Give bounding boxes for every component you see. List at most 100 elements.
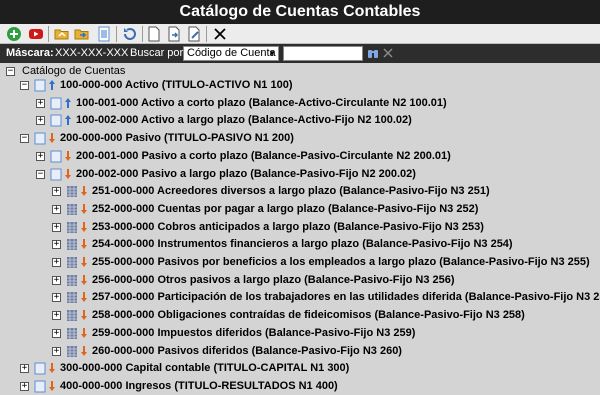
expand-icon[interactable]: +	[52, 187, 61, 197]
page-icon	[50, 97, 62, 110]
toolbar-separator	[48, 26, 49, 42]
page-icon	[50, 150, 62, 163]
grid-icon	[67, 292, 77, 304]
search-bar: Máscara: XXX-XXX-XXX Buscar por: Código …	[0, 44, 600, 63]
expand-icon[interactable]: +	[52, 240, 61, 250]
tree-node-label: 300-000-000 Capital contable (TITULO-CAP…	[60, 362, 350, 375]
page-icon	[34, 79, 46, 92]
tree-node-label: 260-000-000 Pasivos diferidos (Balance-P…	[92, 344, 402, 357]
page-icon	[34, 132, 46, 145]
arrow-up-icon	[49, 80, 55, 90]
new-document-icon[interactable]	[146, 26, 162, 42]
search-by-label: Buscar por:	[130, 47, 187, 59]
edit-document-icon[interactable]	[186, 26, 202, 42]
tree-node-label: 259-000-000 Impuestos diferidos (Balance…	[92, 326, 416, 339]
grid-icon	[67, 345, 77, 357]
search-input[interactable]	[283, 46, 363, 61]
tree-node-label: 253-000-000 Cobros anticipados a largo p…	[92, 220, 484, 233]
arrow-down-icon	[49, 380, 55, 391]
page-icon	[34, 380, 46, 393]
grid-icon	[67, 274, 77, 286]
arrow-down-icon	[49, 133, 55, 144]
toolbar-separator	[142, 26, 143, 42]
arrow-down-icon	[81, 221, 87, 232]
clear-search-icon[interactable]	[382, 47, 394, 59]
folder-export-icon[interactable]	[74, 26, 90, 42]
chevron-down-icon: ▼	[268, 49, 276, 58]
tree-node-label: 200-000-000 Pasivo (TITULO-PASIVO N1 200…	[60, 132, 294, 145]
folder-up-icon[interactable]	[54, 26, 70, 42]
page-icon	[50, 168, 62, 180]
refresh-icon[interactable]	[122, 26, 138, 42]
mask-label: Máscara:	[6, 47, 54, 59]
expand-icon[interactable]: +	[36, 116, 45, 126]
expand-icon[interactable]: +	[52, 311, 61, 321]
window-title: Catálogo de Cuentas Contables	[0, 0, 600, 24]
arrow-down-icon	[81, 345, 87, 356]
arrow-down-icon	[81, 327, 87, 338]
mask-value: XXX-XXX-XXX	[55, 47, 129, 59]
expand-icon[interactable]: +	[52, 293, 61, 303]
grid-icon	[67, 327, 77, 339]
grid-icon	[67, 257, 77, 268]
arrow-down-icon	[81, 186, 87, 197]
search-by-value: Código de Cuenta	[187, 47, 276, 59]
collapse-icon[interactable]: −	[20, 134, 29, 144]
tree-node-label: 200-002-000 Pasivo a largo plazo (Balanc…	[76, 167, 416, 180]
arrow-down-icon	[65, 168, 71, 179]
add-icon[interactable]	[6, 26, 22, 42]
collapse-icon[interactable]: −	[36, 169, 45, 179]
expand-icon[interactable]: +	[52, 204, 61, 214]
search-by-select[interactable]: Código de Cuenta ▼	[183, 46, 279, 61]
tree-node-label: 252-000-000 Cuentas por pagar a largo pl…	[92, 202, 479, 215]
toolbar-separator	[206, 26, 207, 42]
expand-icon[interactable]: +	[36, 151, 45, 161]
tree-node-label: 200-001-000 Pasivo a corto plazo (Balanc…	[76, 149, 451, 162]
arrow-down-icon	[81, 239, 87, 250]
tree-node-label: 258-000-000 Obligaciones contraídas de f…	[92, 309, 525, 322]
arrow-down-icon	[81, 257, 87, 267]
tree-node-label: 400-000-000 Ingresos (TITULO-RESULTADOS …	[60, 379, 338, 392]
tree-node-label: 257-000-000 Participación de los trabaja…	[92, 291, 600, 304]
arrow-down-icon	[81, 274, 87, 285]
arrow-down-icon	[65, 150, 71, 161]
tree-node-label: 254-000-000 Instrumentos financieros a l…	[92, 238, 513, 251]
arrow-down-icon	[81, 310, 87, 321]
collapse-icon[interactable]: −	[20, 81, 29, 90]
expand-icon[interactable]: +	[20, 364, 29, 374]
grid-icon	[67, 186, 77, 198]
account-tree: − Catálogo de Cuentas −100-000-000 Activ…	[0, 63, 600, 395]
expand-icon[interactable]: +	[52, 258, 61, 267]
grid-icon	[67, 221, 77, 233]
arrow-up-icon	[65, 97, 71, 108]
grid-icon	[67, 310, 77, 322]
close-icon[interactable]	[212, 26, 228, 42]
expand-icon[interactable]: +	[52, 346, 61, 356]
collapse-icon[interactable]: −	[6, 67, 15, 76]
binoculars-icon[interactable]	[367, 47, 379, 59]
tree-node-label: 256-000-000 Otros pasivos a largo plazo …	[92, 273, 455, 286]
tree-node-label: 100-001-000 Activo a corto plazo (Balanc…	[76, 96, 447, 109]
arrow-down-icon	[81, 292, 87, 303]
expand-icon[interactable]: +	[52, 328, 61, 338]
arrow-up-icon	[65, 115, 71, 126]
tree-node-label: 255-000-000 Pasivos por beneficios a los…	[92, 256, 590, 268]
grid-icon	[67, 239, 77, 251]
grid-icon	[67, 203, 77, 215]
arrow-down-icon	[81, 203, 87, 214]
toolbar	[0, 24, 600, 44]
youtube-icon[interactable]	[28, 26, 44, 42]
document-arrow-icon[interactable]	[166, 26, 182, 42]
expand-icon[interactable]: +	[52, 222, 61, 232]
page-icon	[34, 362, 46, 375]
expand-icon[interactable]: +	[20, 381, 29, 391]
tree-node-label: 100-000-000 Activo (TITULO-ACTIVO N1 100…	[60, 79, 293, 91]
page-icon	[50, 114, 62, 127]
toolbar-separator	[116, 26, 117, 42]
arrow-down-icon	[49, 363, 55, 374]
page-icon[interactable]	[96, 26, 112, 42]
tree-node-label: 100-002-000 Activo a largo plazo (Balanc…	[76, 114, 412, 127]
expand-icon[interactable]: +	[36, 98, 45, 108]
expand-icon[interactable]: +	[52, 275, 61, 285]
tree-node-label: 251-000-000 Acreedores diversos a largo …	[92, 185, 490, 198]
